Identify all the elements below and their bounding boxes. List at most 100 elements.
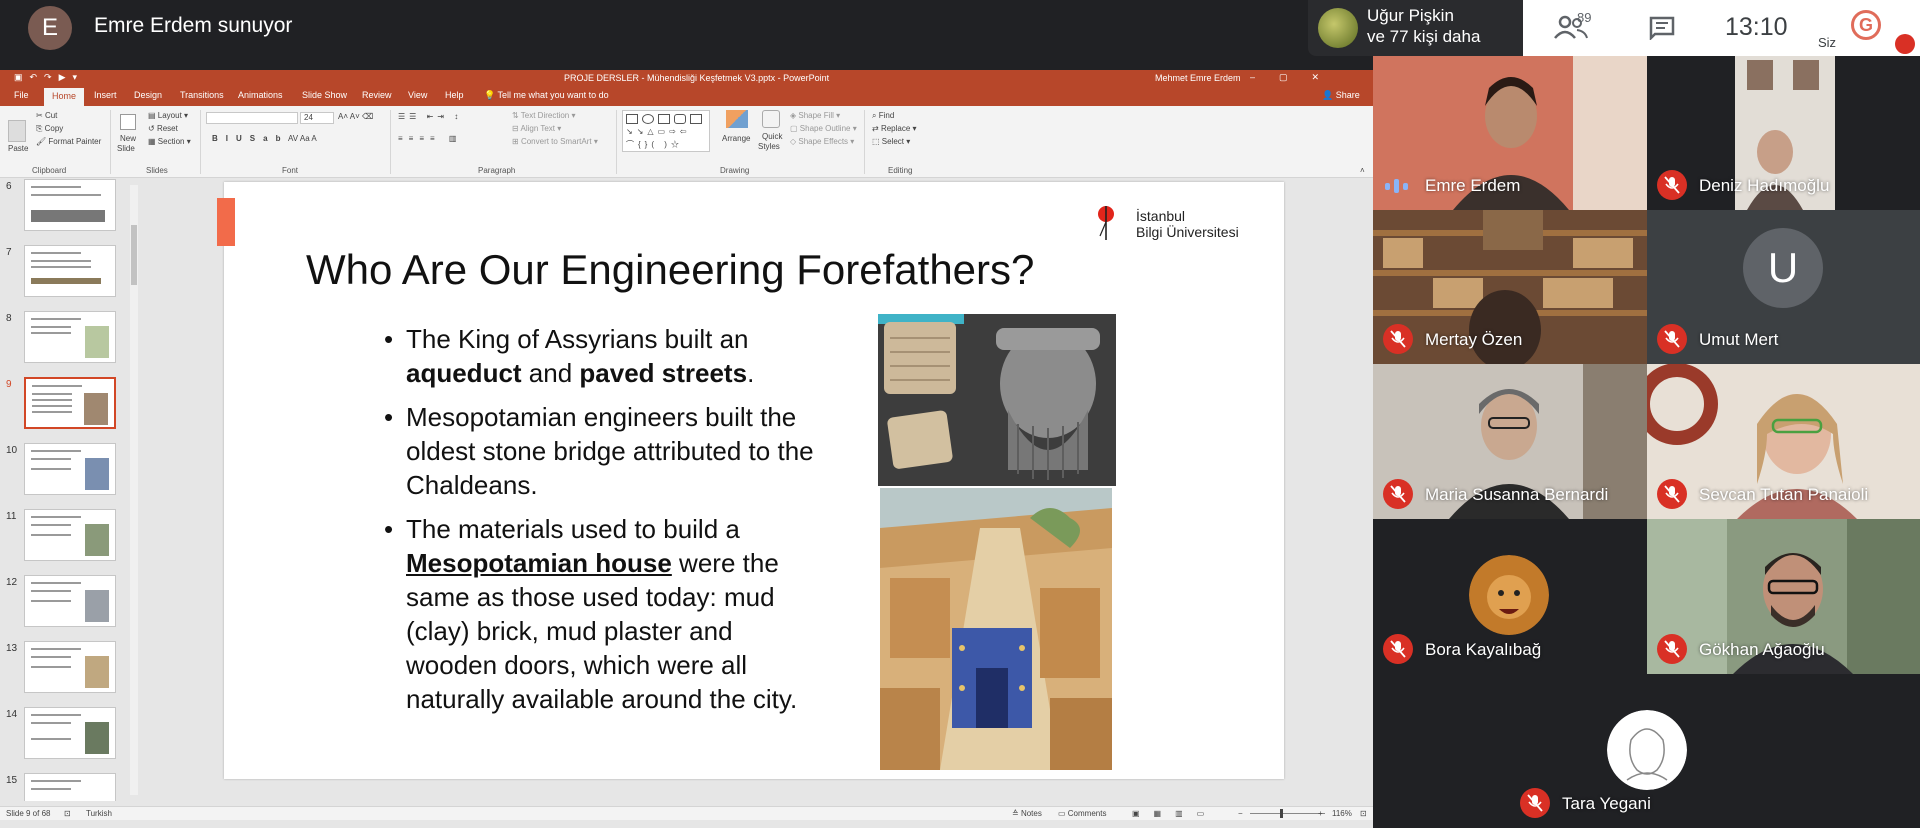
shape-outline-button[interactable]: ▢ Shape Outline ▾ [790, 124, 857, 133]
bullet-text: . [747, 358, 755, 388]
tab-review[interactable]: Review [362, 90, 392, 100]
tab-design[interactable]: Design [134, 90, 162, 100]
thumbnail-slide-active[interactable]: 9 [0, 377, 130, 433]
share-label: Share [1335, 90, 1360, 100]
quick-styles-icon[interactable] [762, 110, 780, 128]
shape-outline-label: Shape Outline [799, 124, 851, 133]
participant-tile[interactable]: U Umut Mert [1647, 210, 1920, 364]
participant-tile[interactable]: Gökhan Ağaoğlu [1647, 519, 1920, 674]
tab-insert[interactable]: Insert [94, 90, 117, 100]
babylon-city-illustration-image[interactable] [880, 488, 1112, 770]
font-format-buttons[interactable]: BIUSab [212, 134, 288, 143]
alignment-buttons[interactable]: ≡≡≡≡ ▥ [398, 134, 462, 143]
paste-label[interactable]: Paste [8, 144, 28, 153]
participant-tile[interactable]: Maria Susanna Bernardi [1373, 364, 1647, 519]
format-painter-button[interactable]: 🖌 Format Painter [36, 137, 101, 146]
collapse-ribbon-icon[interactable]: ˄ [1360, 166, 1365, 175]
tell-me-box[interactable]: 💡 Tell me what you want to do [484, 90, 609, 101]
font-size-box[interactable]: 24 [300, 112, 334, 124]
bullet-text: The King of Assyrians built an [406, 324, 749, 354]
select-button[interactable]: ⬚ Select ▾ [872, 137, 910, 146]
thumbnail-slide[interactable]: 7 [0, 245, 130, 301]
quick-styles-label-2[interactable]: Styles [758, 142, 780, 151]
shape-effects-button[interactable]: ◇ Shape Effects ▾ [790, 137, 854, 146]
participant-summary[interactable]: Uğur Pişkin ve 77 kişi daha [1308, 0, 1523, 56]
share-button[interactable]: 👤 Share [1322, 90, 1360, 101]
quick-access-toolbar[interactable]: ▣↶↷▶▾ [14, 72, 84, 83]
window-controls[interactable]: –▢✕ [1250, 72, 1343, 83]
list-buttons[interactable]: ☰☰ ⇤⇥ ↕ [398, 112, 462, 121]
thumbnail-slide[interactable]: 12 [0, 575, 130, 631]
current-slide[interactable]: İstanbul Bilgi Üniversitesi Who Are Our … [217, 182, 1284, 779]
copy-button[interactable]: ⎘ Copy [36, 124, 63, 134]
zoom-level[interactable]: 116% [1332, 809, 1352, 818]
find-button[interactable]: ⌕ Find [872, 111, 894, 121]
section-button[interactable]: ▦ Section ▾ [148, 137, 191, 146]
convert-smartart-button[interactable]: ⊞ Convert to SmartArt ▾ [512, 137, 598, 146]
fit-slide-icon[interactable]: ⊡ [1360, 809, 1367, 818]
font-grow-shrink[interactable]: A˄ A˅ ⌫ [338, 112, 373, 121]
slide-title[interactable]: Who Are Our Engineering Forefathers? [306, 246, 1034, 294]
participant-tile[interactable]: Tara Yegani [1510, 674, 1784, 828]
thumbnail-slide[interactable]: 11 [0, 509, 130, 565]
participant-tile[interactable]: Bora Kayalıbağ [1373, 519, 1647, 674]
participant-tile[interactable]: Emre Erdem [1373, 56, 1647, 210]
thumbnail-scrollbar[interactable] [130, 185, 138, 795]
extension-icon[interactable]: G [1851, 10, 1881, 40]
paste-icon[interactable] [8, 120, 26, 142]
arrange-label[interactable]: Arrange [722, 134, 750, 143]
mic-muted-icon [1657, 170, 1687, 200]
participant-tile[interactable]: Deniz Hadımoğlu [1647, 56, 1920, 210]
new-slide-label[interactable]: New [120, 134, 136, 143]
language-indicator[interactable]: Turkish [86, 809, 112, 818]
new-slide-icon[interactable] [120, 114, 136, 130]
scrollbar-thumb[interactable] [131, 225, 137, 285]
notes-button[interactable]: ≙ Notes [1012, 809, 1042, 818]
section-label: Section [157, 137, 185, 146]
thumbnail-slide[interactable]: 6 [0, 179, 130, 235]
cut-button[interactable]: ✂ Cut [36, 111, 57, 120]
font-name-box[interactable] [206, 112, 298, 124]
zoom-slider[interactable] [1250, 813, 1325, 814]
tab-home[interactable]: Home [44, 88, 85, 106]
chat-icon[interactable] [1649, 16, 1675, 40]
comments-button[interactable]: ▭ Comments [1058, 809, 1106, 818]
slide-bullets[interactable]: • The King of Assyrians built an aqueduc… [384, 322, 814, 726]
thumbnail-slide[interactable]: 10 [0, 443, 130, 499]
new-slide-label-2[interactable]: Slide [117, 144, 135, 153]
font-color-buttons[interactable]: AV Aa A [288, 134, 317, 143]
shape-fill-button[interactable]: ◈ Shape Fill ▾ [790, 111, 840, 120]
thumbnail-image [24, 377, 116, 429]
tab-transitions[interactable]: Transitions [180, 90, 224, 100]
zoom-out-button[interactable]: − [1238, 809, 1243, 818]
layout-button[interactable]: ▤ Layout ▾ [148, 111, 188, 120]
replace-button[interactable]: ⇄ Replace ▾ [872, 124, 917, 133]
spell-check-icon[interactable]: ⊡ [64, 809, 71, 818]
shapes-gallery[interactable]: ↘↘△▭⇨⇦ ⌒{}( )☆ [622, 110, 710, 152]
thumbnail-slide[interactable]: 14 [0, 707, 130, 763]
quick-styles-label[interactable]: Quick [762, 132, 782, 141]
arrange-icon[interactable] [726, 110, 748, 128]
self-mic-muted-icon[interactable] [1895, 34, 1915, 54]
align-text-button[interactable]: ⊟ Align Text ▾ [512, 124, 561, 133]
reset-button[interactable]: ↺ Reset [148, 124, 178, 133]
participant-tile[interactable]: Sevcan Tutan Panaioli [1647, 364, 1920, 519]
participant-name: Deniz Hadımoğlu [1699, 176, 1830, 195]
tab-file[interactable]: File [14, 90, 29, 100]
text-direction-button[interactable]: ⇅ Text Direction ▾ [512, 111, 576, 120]
participant-name: Mertay Özen [1425, 330, 1523, 349]
assyrian-artifacts-image[interactable] [878, 314, 1116, 486]
tab-view[interactable]: View [408, 90, 427, 100]
thumbnail-slide[interactable]: 13 [0, 641, 130, 697]
zoom-in-button[interactable]: + [1318, 809, 1323, 818]
tab-help[interactable]: Help [445, 90, 464, 100]
thumbnail-image [24, 641, 116, 693]
zoom-slider-thumb[interactable] [1280, 809, 1283, 818]
thumbnail-slide[interactable]: 15 [0, 773, 130, 801]
thumbnail-slide[interactable]: 8 [0, 311, 130, 367]
tab-slide-show[interactable]: Slide Show [302, 90, 347, 100]
tab-animations[interactable]: Animations [238, 90, 283, 100]
view-buttons[interactable]: ▣▦▥▭ [1132, 809, 1218, 818]
user-name[interactable]: Mehmet Emre Erdem [1155, 73, 1241, 83]
participant-tile[interactable]: Mertay Özen [1373, 210, 1647, 364]
